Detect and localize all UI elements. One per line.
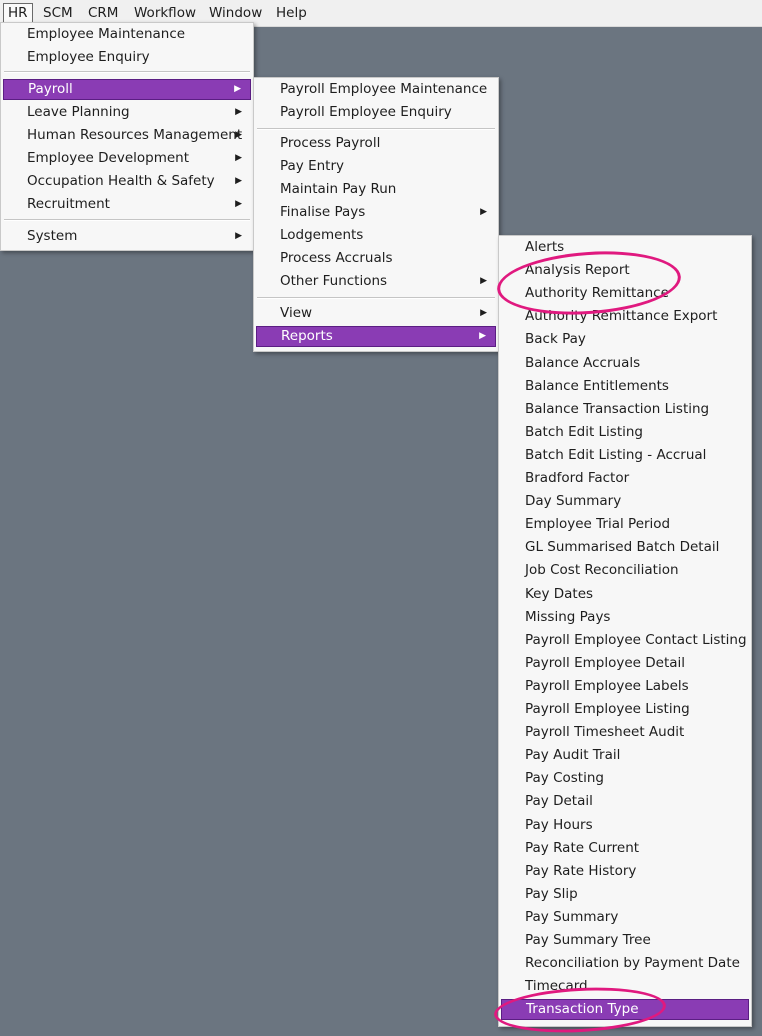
report-item[interactable]: Payroll Employee Listing (501, 699, 749, 720)
report-item[interactable]: Pay Hours (501, 815, 749, 836)
reports-menu: Alerts Analysis Report Authority Remittanc… (498, 235, 752, 1027)
report-item[interactable]: Bradford Factor (501, 468, 749, 489)
menu-workflow[interactable]: Workflow (130, 3, 200, 24)
submenu-arrow-icon: ▶ (234, 84, 241, 94)
report-item[interactable]: Reconciliation by Payment Date (501, 953, 749, 974)
report-item[interactable]: Missing Pays (501, 607, 749, 628)
submenu-arrow-icon: ▶ (480, 308, 487, 318)
report-item[interactable]: Batch Edit Listing (501, 422, 749, 443)
report-item[interactable]: Back Pay (501, 329, 749, 350)
menu-help[interactable]: Help (272, 3, 311, 24)
submenu-arrow-icon: ▶ (235, 176, 242, 186)
report-item[interactable]: Pay Slip (501, 884, 749, 905)
menu-item-employee-development[interactable]: Employee Development ▶ (3, 148, 251, 169)
submenu-arrow-icon: ▶ (235, 199, 242, 209)
menu-item-maintain-pay-run[interactable]: Maintain Pay Run (256, 179, 496, 200)
menu-hr[interactable]: HR (3, 3, 33, 24)
menu-window[interactable]: Window (205, 3, 266, 24)
menu-item-recruitment[interactable]: Recruitment ▶ (3, 194, 251, 215)
menu-separator (257, 128, 495, 130)
menu-item-lodgements[interactable]: Lodgements (256, 225, 496, 246)
menu-separator (257, 297, 495, 299)
report-item[interactable]: Pay Costing (501, 768, 749, 789)
menu-item-label: Reports (281, 328, 333, 344)
menu-item-label: Leave Planning (27, 104, 130, 120)
report-item[interactable]: Key Dates (501, 584, 749, 605)
submenu-arrow-icon: ▶ (480, 207, 487, 217)
report-item[interactable]: Pay Audit Trail (501, 745, 749, 766)
report-item[interactable]: Day Summary (501, 491, 749, 512)
menu-item-employee-enquiry[interactable]: Employee Enquiry (3, 47, 251, 68)
menu-item-label: Payroll (28, 81, 73, 97)
report-item[interactable]: Batch Edit Listing - Accrual (501, 445, 749, 466)
menu-crm[interactable]: CRM (84, 3, 122, 24)
payroll-menu: Payroll Employee Maintenance Payroll Emp… (253, 77, 499, 352)
menu-item-label: Occupation Health & Safety (27, 173, 215, 189)
menu-item-label: Recruitment (27, 196, 110, 212)
report-item[interactable]: Payroll Employee Labels (501, 676, 749, 697)
submenu-arrow-icon: ▶ (480, 276, 487, 286)
menu-item-process-accruals[interactable]: Process Accruals (256, 248, 496, 269)
menu-item-payroll-employee-maintenance[interactable]: Payroll Employee Maintenance (256, 79, 496, 100)
menu-item-payroll[interactable]: Payroll ▶ (3, 79, 251, 100)
menu-item-reports[interactable]: Reports ▶ (256, 326, 496, 347)
menu-item-other-functions[interactable]: Other Functions ▶ (256, 271, 496, 292)
report-item[interactable]: GL Summarised Batch Detail (501, 537, 749, 558)
menu-item-label: System (27, 228, 78, 244)
report-item[interactable]: Payroll Employee Contact Listing (501, 630, 749, 651)
menu-item-ohs[interactable]: Occupation Health & Safety ▶ (3, 171, 251, 192)
submenu-arrow-icon: ▶ (235, 130, 242, 140)
report-item[interactable]: Payroll Employee Detail (501, 653, 749, 674)
report-item[interactable]: Pay Detail (501, 791, 749, 812)
submenu-arrow-icon: ▶ (235, 231, 242, 241)
report-item[interactable]: Balance Accruals (501, 353, 749, 374)
report-item[interactable]: Pay Rate History (501, 861, 749, 882)
submenu-arrow-icon: ▶ (235, 153, 242, 163)
menu-item-process-payroll[interactable]: Process Payroll (256, 133, 496, 154)
menu-item-payroll-employee-enquiry[interactable]: Payroll Employee Enquiry (256, 102, 496, 123)
menu-item-system[interactable]: System ▶ (3, 226, 251, 247)
menu-separator (4, 71, 250, 73)
report-item[interactable]: Job Cost Reconciliation (501, 560, 749, 581)
menu-separator (4, 219, 250, 221)
menu-item-leave-planning[interactable]: Leave Planning ▶ (3, 102, 251, 123)
submenu-arrow-icon: ▶ (479, 331, 486, 341)
menu-item-pay-entry[interactable]: Pay Entry (256, 156, 496, 177)
menu-scm[interactable]: SCM (39, 3, 77, 24)
report-item[interactable]: Payroll Timesheet Audit (501, 722, 749, 743)
menu-item-finalise-pays[interactable]: Finalise Pays ▶ (256, 202, 496, 223)
report-item[interactable]: Pay Summary (501, 907, 749, 928)
submenu-arrow-icon: ▶ (235, 107, 242, 117)
menu-item-employee-maintenance[interactable]: Employee Maintenance (3, 24, 251, 45)
menu-item-label: Other Functions (280, 273, 388, 289)
menu-item-view[interactable]: View ▶ (256, 303, 496, 324)
menu-item-label: Finalise Pays (280, 204, 366, 220)
menu-item-hr-management[interactable]: Human Resources Management ▶ (3, 125, 251, 146)
report-item[interactable]: Pay Rate Current (501, 838, 749, 859)
report-item[interactable]: Employee Trial Period (501, 514, 749, 535)
menu-item-label: Employee Development (27, 150, 190, 166)
menu-item-label: Human Resources Management (27, 127, 243, 143)
report-item[interactable]: Pay Summary Tree (501, 930, 749, 951)
report-item[interactable]: Balance Transaction Listing (501, 399, 749, 420)
hr-menu: Employee Maintenance Employee Enquiry Pa… (0, 22, 254, 251)
report-item[interactable]: Balance Entitlements (501, 376, 749, 397)
menu-item-label: View (280, 305, 313, 321)
